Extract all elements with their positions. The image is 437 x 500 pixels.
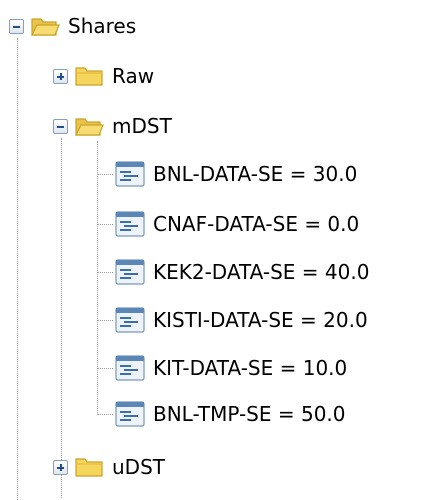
- tree-node-udst[interactable]: uDST: [53, 452, 165, 482]
- tree-leaf-item[interactable]: KISTI-DATA-SE = 20.0: [115, 305, 368, 335]
- tree-leaf-label: BNL-DATA-SE = 30.0: [153, 162, 358, 186]
- folder-open-icon: [75, 118, 104, 136]
- tree-node-label: Raw: [112, 64, 155, 88]
- tree-connector: [97, 368, 113, 369]
- tree-node-label: Shares: [68, 14, 137, 38]
- tree-connector: [97, 224, 113, 225]
- tree-leaf-label: KIT-DATA-SE = 10.0: [153, 356, 348, 380]
- tree-leaf-label: KEK2-DATA-SE = 40.0: [153, 260, 370, 284]
- property-icon: [115, 211, 145, 237]
- tree-view: Shares Raw mDST BNL-DATA-SE = 30.0 CNAF-…: [0, 0, 437, 500]
- property-icon: [115, 401, 145, 427]
- property-icon: [115, 161, 145, 187]
- tree-connector: [97, 141, 98, 415]
- expand-toggle[interactable]: [53, 68, 68, 84]
- tree-leaf-item[interactable]: KEK2-DATA-SE = 40.0: [115, 257, 369, 287]
- tree-connector: [61, 138, 62, 498]
- folder-closed-icon: [75, 67, 103, 86]
- tree-connector: [97, 272, 113, 273]
- tree-connector: [97, 320, 113, 321]
- tree-connector: [17, 38, 18, 500]
- tree-leaf-item[interactable]: CNAF-DATA-SE = 0.0: [115, 209, 359, 239]
- property-icon: [115, 259, 145, 285]
- property-icon: [115, 355, 145, 381]
- property-icon: [115, 307, 145, 333]
- tree-leaf-label: BNL-TMP-SE = 50.0: [153, 402, 346, 426]
- tree-node-shares[interactable]: Shares: [9, 11, 136, 41]
- tree-leaf-item[interactable]: BNL-DATA-SE = 30.0: [115, 159, 357, 189]
- tree-leaf-label: CNAF-DATA-SE = 0.0: [153, 212, 360, 236]
- tree-leaf-label: KISTI-DATA-SE = 20.0: [153, 308, 368, 332]
- tree-connector: [97, 414, 113, 415]
- tree-leaf-item[interactable]: KIT-DATA-SE = 10.0: [115, 353, 347, 383]
- folder-closed-icon: [75, 458, 103, 477]
- tree-node-raw[interactable]: Raw: [53, 61, 154, 91]
- tree-node-mdst[interactable]: mDST: [53, 111, 172, 141]
- tree-connector: [97, 174, 113, 175]
- collapse-toggle[interactable]: [53, 118, 68, 134]
- tree-node-label: mDST: [112, 114, 172, 138]
- tree-node-label: uDST: [112, 455, 165, 479]
- tree-leaf-item[interactable]: BNL-TMP-SE = 50.0: [115, 399, 346, 429]
- collapse-toggle[interactable]: [9, 18, 24, 34]
- folder-open-icon: [31, 18, 60, 36]
- expand-toggle[interactable]: [53, 459, 68, 475]
